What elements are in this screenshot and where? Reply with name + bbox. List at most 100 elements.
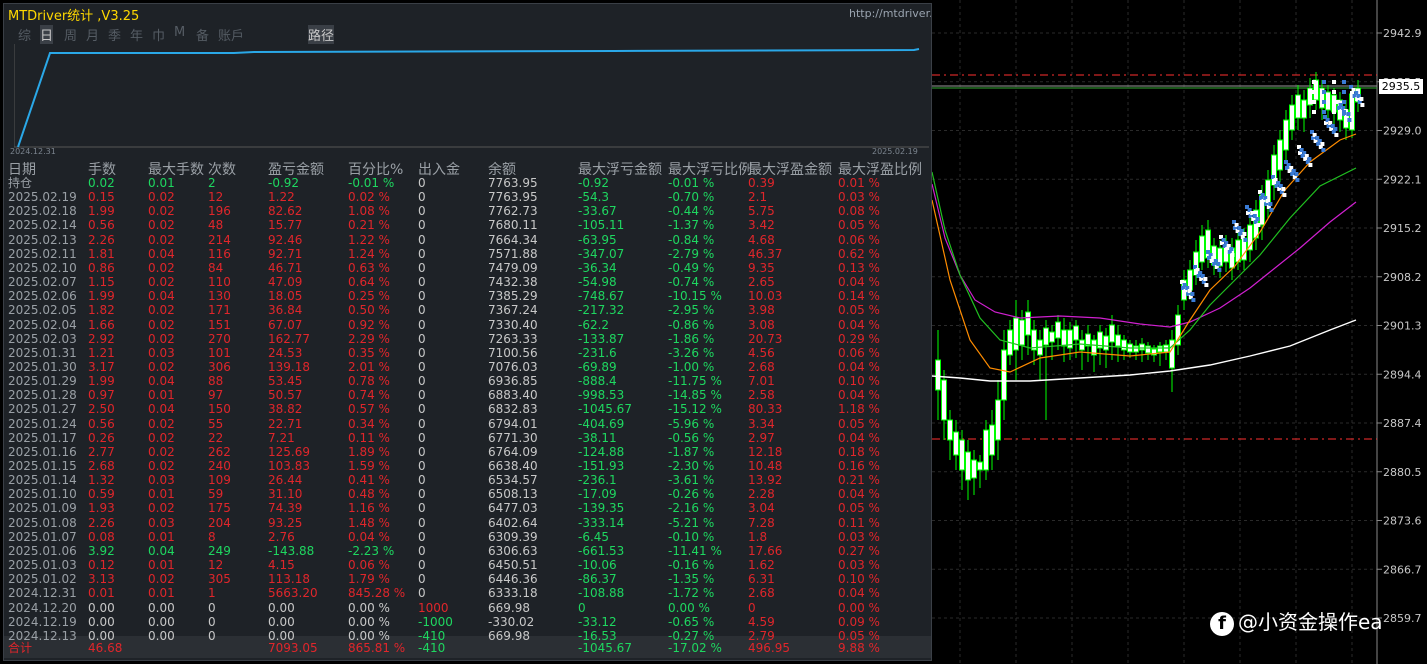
table-cell: 0.64 % [348, 275, 390, 290]
trade-marker [1312, 100, 1316, 104]
table-cell: 3.98 [748, 303, 775, 318]
tab-7[interactable]: M [174, 25, 185, 40]
price-axis-label: 2901.3 [1383, 320, 1422, 333]
candle-body [1055, 321, 1061, 339]
tab-5[interactable]: 年 [130, 25, 143, 44]
table-cell: 0.04 [148, 374, 175, 389]
total-row-bar [4, 636, 931, 658]
row-date: 2025.02.03 [8, 331, 77, 346]
tab-4[interactable]: 季 [108, 25, 121, 44]
tab-9[interactable]: 账戶 [218, 25, 244, 44]
row-date: 2025.01.27 [8, 402, 77, 417]
table-cell: 0.05 % [838, 303, 880, 318]
table-cell: 0.04 [148, 289, 175, 304]
trade-marker [1203, 277, 1208, 281]
table-cell: 46.71 [268, 260, 303, 275]
table-cell: 0.02 [148, 501, 175, 516]
table-cell: 130 [208, 289, 231, 304]
table-cell: 3.34 [748, 416, 775, 431]
table-cell: 0 [208, 628, 216, 643]
table-cell: 0.11 % [348, 430, 390, 445]
table-cell: 0.04 % [838, 359, 880, 374]
table-cell: -236.1 [578, 473, 617, 488]
table-cell: 0.15 [88, 190, 115, 205]
table-cell: 0 [418, 218, 426, 233]
table-cell: 0.10 % [838, 572, 880, 587]
table-cell: 0.04 % [838, 388, 880, 403]
table-cell: -231.6 [578, 345, 617, 360]
table-cell: 97 [208, 388, 224, 403]
table-cell: 2.58 [748, 388, 775, 403]
table-cell: 116 [208, 246, 231, 261]
tab-2[interactable]: 周 [64, 25, 77, 44]
table-cell: 0.02 [148, 430, 175, 445]
table-cell: 6477.03 [488, 501, 538, 516]
table-cell: -2.95 % [668, 303, 715, 318]
table-cell: 0.26 [88, 430, 115, 445]
trade-marker [1230, 253, 1235, 257]
table-cell: 92.71 [268, 246, 303, 261]
table-cell: 0.41 % [348, 473, 390, 488]
tab-8[interactable]: 备 [196, 25, 209, 44]
table-cell: 0.05 % [838, 416, 880, 431]
table-cell: 1.99 [88, 374, 115, 389]
table-cell: 0.01 [148, 388, 175, 403]
table-cell: 15.77 [268, 218, 303, 233]
row-date: 2025.01.28 [8, 388, 77, 403]
table-cell: 20.73 [748, 331, 783, 346]
table-cell: 3.04 [748, 501, 775, 516]
table-cell: 0 [418, 416, 426, 431]
tab-6[interactable]: 巾 [152, 25, 165, 44]
ma-green [931, 167, 1357, 349]
table-cell: -2.23 % [348, 543, 395, 558]
table-cell: 0.12 [88, 558, 115, 573]
price-axis-label: 2908.2 [1383, 271, 1422, 284]
table-cell: 0.97 [88, 388, 115, 403]
table-cell: 3.13 [88, 572, 115, 587]
table-cell: 9.35 [748, 260, 775, 275]
table-cell: -0.92 [578, 176, 610, 190]
panel-url-link[interactable]: http://mtdriver.cn [849, 7, 931, 20]
table-cell: 0.14 % [838, 289, 880, 304]
table-cell: 7367.24 [488, 303, 538, 318]
table-cell: -1.37 % [668, 218, 715, 233]
trade-marker [1332, 100, 1336, 104]
table-cell: 0.00 [268, 614, 295, 629]
tab-10[interactable]: 路径 [308, 25, 335, 44]
table-cell: 125.69 [268, 444, 310, 459]
table-cell: -748.67 [578, 289, 625, 304]
trade-marker [1204, 283, 1209, 287]
tab-3[interactable]: 月 [86, 25, 99, 44]
trade-marker [1242, 232, 1247, 236]
table-cell: 8 [208, 529, 216, 544]
candle-body [1295, 94, 1301, 119]
trade-marker [1243, 238, 1248, 242]
panel-tabs: 综日周月季年巾 M 备账戶 路径 [18, 25, 931, 44]
table-cell: 6450.51 [488, 558, 538, 573]
table-cell: 0.00 [88, 600, 115, 615]
table-cell: 1.8 [748, 529, 768, 544]
candle-body [1061, 329, 1067, 347]
row-date: 2025.01.03 [8, 558, 77, 573]
table-cell: 0.13 % [838, 260, 880, 275]
tab-1[interactable]: 日 [40, 25, 54, 44]
panel-title: MTDriver统计 ,V3.25 [8, 9, 140, 24]
table-cell: 4.68 [748, 232, 775, 247]
candle-body [1049, 331, 1055, 343]
table-cell: -17.09 [578, 487, 617, 502]
table-cell: 0.02 [148, 317, 175, 332]
table-cell: -2.79 % [668, 246, 715, 261]
trade-marker [1342, 100, 1346, 104]
table-cell: -15.12 % [668, 402, 722, 417]
table-cell: -10.06 [578, 558, 617, 573]
table-cell: 1 [208, 586, 216, 601]
table-cell: 0 [208, 614, 216, 629]
table-cell: 0.18 % [838, 444, 880, 459]
tab-0[interactable]: 综 [18, 25, 31, 44]
table-cell: 1.21 [88, 345, 115, 360]
table-cell: 0.08 [88, 529, 115, 544]
table-cell: -124.88 [578, 444, 625, 459]
table-cell: -33.12 [578, 614, 617, 629]
candle-body [1301, 99, 1307, 119]
table-cell: 1.82 [88, 303, 115, 318]
